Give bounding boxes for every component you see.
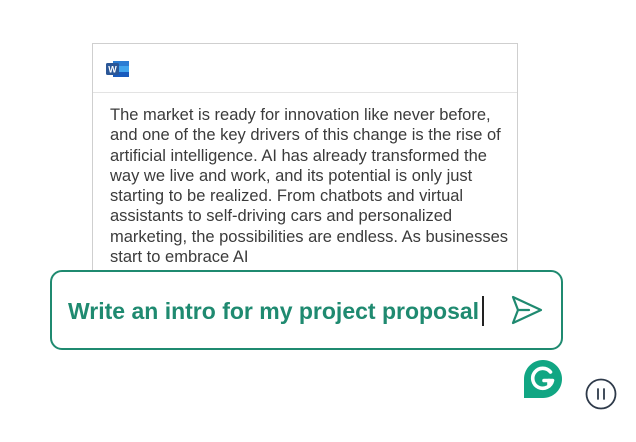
grammarly-icon: [524, 360, 562, 398]
pause-icon[interactable]: [585, 378, 617, 410]
prompt-input[interactable]: Write an intro for my project proposal: [50, 270, 563, 350]
stage: W The market is ready for innovation lik…: [0, 0, 636, 442]
word-icon: W: [106, 61, 129, 77]
document-header: W: [93, 44, 517, 93]
prompt-text: Write an intro for my project proposal: [68, 298, 480, 324]
document-body-text: The market is ready for innovation like …: [110, 106, 509, 267]
text-caret: [482, 296, 485, 326]
svg-text:W: W: [108, 64, 117, 74]
prompt-text-line: Write an intro for my project proposal: [68, 296, 485, 326]
send-icon[interactable]: [510, 294, 544, 326]
document-card: W The market is ready for innovation lik…: [92, 43, 518, 288]
